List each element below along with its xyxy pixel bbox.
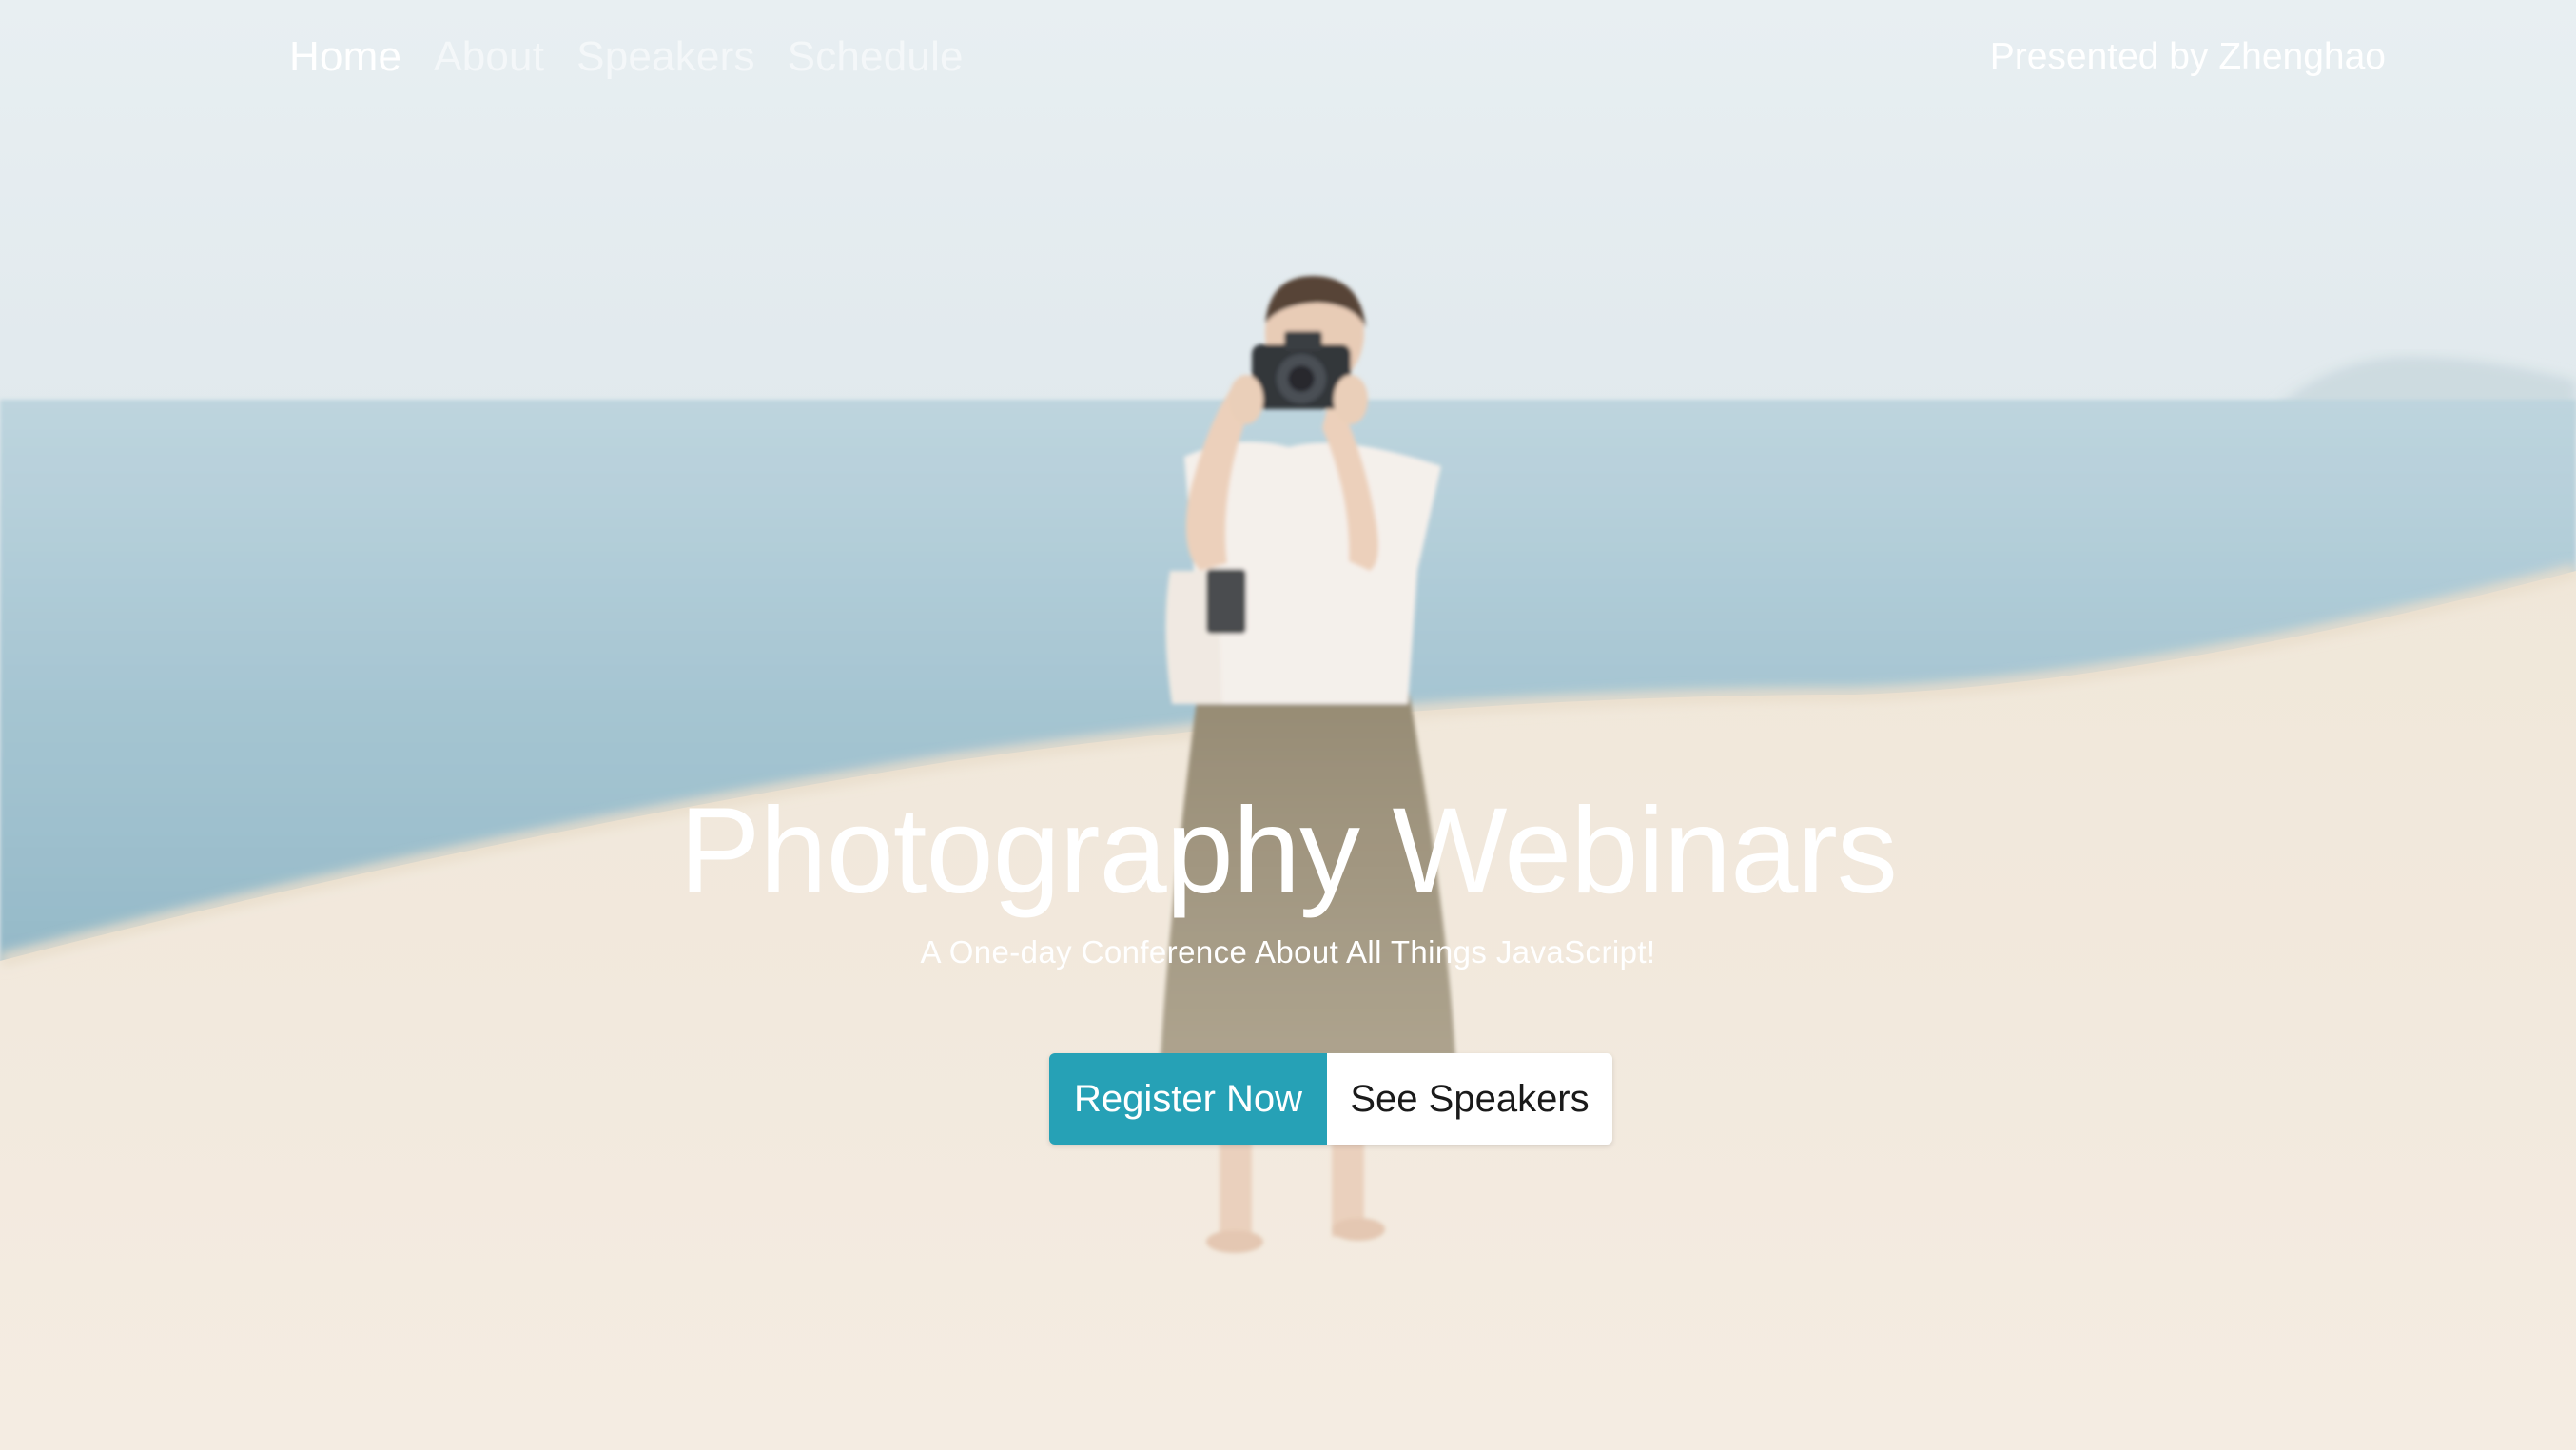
hero-overlay — [0, 0, 2576, 1450]
top-navbar: Home About Speakers Schedule Presented b… — [0, 0, 2576, 118]
register-now-button[interactable]: Register Now — [1049, 1053, 1327, 1145]
hero-section: Home About Speakers Schedule Presented b… — [0, 0, 2576, 1450]
hero-subtitle: A One-day Conference About All Things Ja… — [920, 934, 1656, 970]
cta-button-group: Register Now See Speakers — [1049, 1053, 1612, 1145]
see-speakers-button[interactable]: See Speakers — [1327, 1053, 1612, 1145]
nav-link-schedule[interactable]: Schedule — [788, 27, 964, 88]
nav-link-speakers[interactable]: Speakers — [576, 27, 754, 88]
hero-title-block: Photography Webinars A One-day Conferenc… — [0, 780, 2576, 974]
page-title: Photography Webinars — [679, 783, 1898, 919]
nav-link-about[interactable]: About — [434, 27, 544, 88]
nav-links: Home About Speakers Schedule — [289, 27, 996, 88]
presented-by-text: Presented by Zhenghao — [1989, 36, 2386, 77]
nav-link-home[interactable]: Home — [289, 27, 401, 88]
